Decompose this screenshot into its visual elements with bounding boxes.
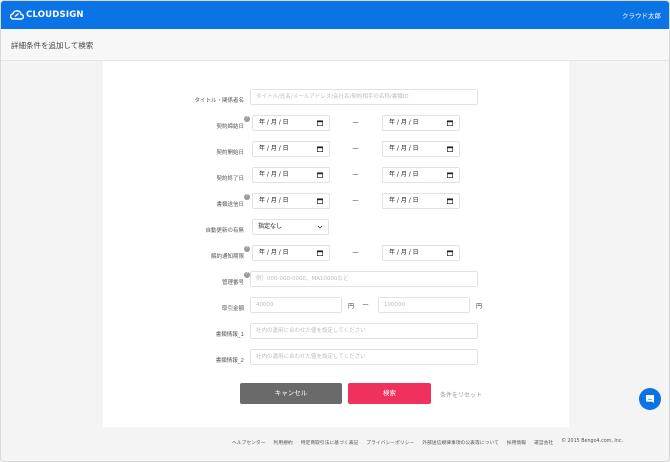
- auto-renew-label: 自動更新の有無: [205, 228, 244, 234]
- help-icon[interactable]: ?: [244, 116, 250, 122]
- date-text: 年 / 月 / 日: [389, 249, 419, 256]
- calendar-icon: [317, 146, 323, 152]
- cancel-button[interactable]: キャンセル: [240, 383, 342, 404]
- yen-unit: 円: [476, 303, 483, 310]
- footer-link-company[interactable]: 運営会社: [534, 439, 553, 446]
- calendar-icon: [317, 198, 323, 204]
- contract-date-from[interactable]: 年 / 月 / 日: [252, 115, 330, 131]
- chevron-down-icon: [317, 225, 323, 229]
- range-dash: ー: [352, 171, 359, 179]
- range-dash: ー: [352, 145, 359, 153]
- end-date-from[interactable]: 年 / 月 / 日: [252, 167, 330, 183]
- footer: ヘルプセンター 利用規約 特定商取引法に基づく表記 プライバシーポリシー 外部送…: [1, 437, 669, 449]
- yen-unit: 円: [348, 303, 355, 310]
- reset-link[interactable]: 条件をリセット: [440, 390, 482, 399]
- user-menu[interactable]: クラウド太郎: [622, 10, 661, 20]
- start-date-to[interactable]: 年 / 月 / 日: [382, 141, 460, 157]
- start-date-from[interactable]: 年 / 月 / 日: [252, 141, 330, 157]
- calendar-icon: [447, 146, 453, 152]
- range-dash: ー: [352, 119, 359, 127]
- amount-max-input[interactable]: 100000: [378, 297, 470, 313]
- footer-link-privacy[interactable]: プライバシーポリシー: [366, 439, 414, 446]
- footer-link-terms[interactable]: 利用規約: [274, 439, 293, 446]
- help-icon[interactable]: ?: [244, 246, 250, 252]
- footer-link-help[interactable]: ヘルプセンター: [232, 439, 266, 446]
- cloud-icon: [10, 10, 24, 20]
- contract-date-label: 契約締結日: [216, 124, 244, 130]
- footer-link-tokushoho[interactable]: 特定商取引法に基づく表記: [301, 439, 359, 446]
- calendar-icon: [317, 250, 323, 256]
- sent-date-to[interactable]: 年 / 月 / 日: [382, 193, 460, 209]
- date-text: 年 / 月 / 日: [389, 145, 419, 152]
- date-text: 年 / 月 / 日: [259, 197, 289, 204]
- doc-info1-label: 書類情報_1: [215, 332, 244, 338]
- footer-links: ヘルプセンター 利用規約 特定商取引法に基づく表記 プライバシーポリシー 外部送…: [232, 439, 623, 446]
- range-dash: ー: [352, 249, 359, 257]
- sent-date-label: 書類送信日: [216, 202, 244, 208]
- range-dash: ー: [352, 197, 359, 205]
- help-icon[interactable]: ?: [244, 194, 250, 200]
- sent-date-from[interactable]: 年 / 月 / 日: [252, 193, 330, 209]
- calendar-icon: [317, 120, 323, 126]
- cancel-deadline-label: 解約通知期限: [210, 254, 244, 260]
- top-bar: CLOUDSIGN クラウド太郎: [1, 1, 669, 29]
- end-date-label: 契約終了日: [216, 176, 244, 182]
- amount-min-input[interactable]: 40000: [250, 297, 342, 313]
- date-text: 年 / 月 / 日: [259, 171, 289, 178]
- logo[interactable]: CLOUDSIGN: [10, 9, 84, 21]
- chat-button[interactable]: [639, 388, 661, 410]
- date-text: 年 / 月 / 日: [389, 197, 419, 204]
- date-text: 年 / 月 / 日: [259, 249, 289, 256]
- date-text: 年 / 月 / 日: [259, 119, 289, 126]
- doc-info2-input[interactable]: 社内の運用に合わせた値を設定してください: [250, 349, 478, 365]
- app-window: CLOUDSIGN クラウド太郎 詳細条件を追加して検索 タイトル・関係者名 タ…: [0, 0, 670, 462]
- amount-label: 取引金額: [221, 306, 244, 312]
- date-text: 年 / 月 / 日: [259, 145, 289, 152]
- date-text: 年 / 月 / 日: [389, 171, 419, 178]
- title-label: タイトル・関係者名: [194, 98, 244, 104]
- chat-icon: [646, 395, 654, 403]
- sub-header: 詳細条件を追加して検索: [1, 29, 669, 61]
- page-title: 詳細条件を追加して検索: [11, 41, 94, 50]
- auto-renew-select[interactable]: 指定なし: [252, 219, 329, 235]
- footer-link-recruit[interactable]: 採用情報: [507, 439, 526, 446]
- copyright: © 2015 Bengo4.com, Inc.: [561, 439, 623, 444]
- calendar-icon: [447, 172, 453, 178]
- start-date-label: 契約開始日: [216, 150, 244, 156]
- end-date-to[interactable]: 年 / 月 / 日: [382, 167, 460, 183]
- footer-link-external[interactable]: 外部送信規律事項の公表等について: [422, 439, 499, 446]
- contract-date-to[interactable]: 年 / 月 / 日: [382, 115, 460, 131]
- title-input[interactable]: タイトル/氏名/メールアドレス/会社名/契約相手の名称/書類ID: [250, 89, 478, 105]
- range-dash: ー: [362, 301, 369, 309]
- doc-info2-label: 書類情報_2: [215, 358, 244, 364]
- calendar-icon: [447, 250, 453, 256]
- doc-info1-input[interactable]: 社内の運用に合わせた値を設定してください: [250, 323, 478, 339]
- admin-no-input[interactable]: 例）000-000-0000、MA10000など: [250, 271, 478, 287]
- admin-no-label: 管理番号: [221, 280, 244, 286]
- date-text: 年 / 月 / 日: [389, 119, 419, 126]
- calendar-icon: [447, 198, 453, 204]
- auto-renew-value: 指定なし: [258, 223, 283, 230]
- logo-text: CLOUDSIGN: [26, 10, 84, 20]
- search-panel: [103, 61, 569, 427]
- cancel-deadline-to[interactable]: 年 / 月 / 日: [382, 245, 460, 261]
- cancel-deadline-from[interactable]: 年 / 月 / 日: [252, 245, 330, 261]
- calendar-icon: [447, 120, 453, 126]
- calendar-icon: [317, 172, 323, 178]
- search-button[interactable]: 検索: [348, 383, 431, 404]
